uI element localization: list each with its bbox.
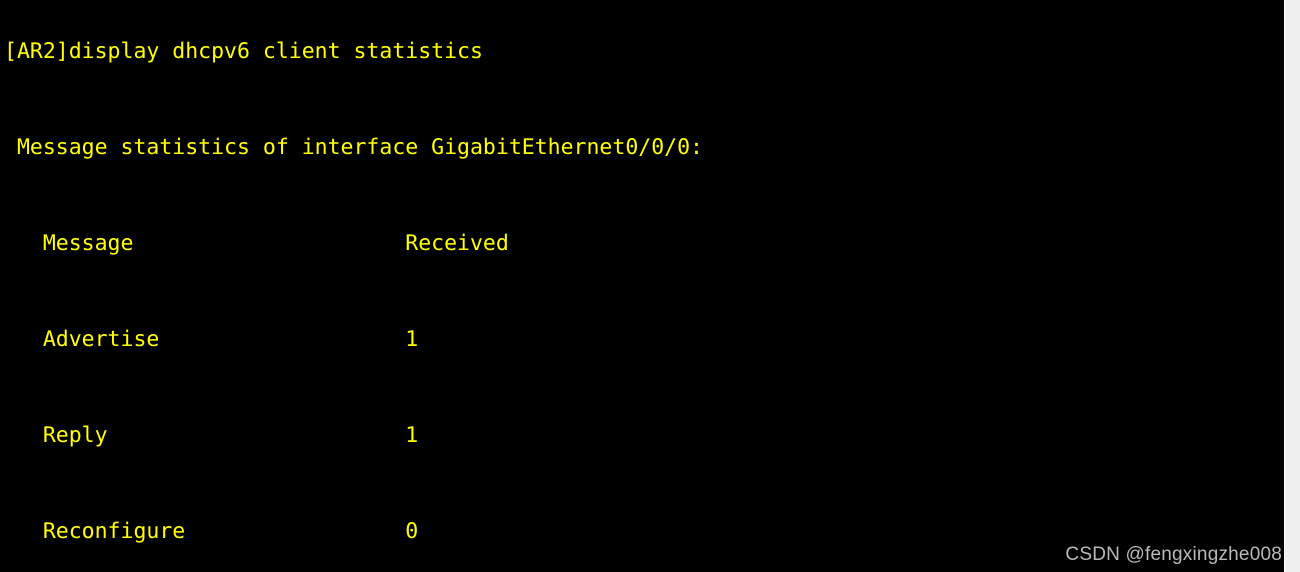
- vertical-scrollbar[interactable]: [1284, 0, 1300, 572]
- console-text: [AR2]display dhcpv6 client statistics Me…: [4, 4, 703, 572]
- console-output-area[interactable]: [AR2]display dhcpv6 client statistics Me…: [0, 0, 1284, 572]
- watermark-label: CSDN @fengxingzhe008: [1065, 544, 1282, 565]
- terminal-window: [AR2]display dhcpv6 client statistics Me…: [0, 0, 1300, 572]
- table-row: Advertise 1: [4, 327, 419, 352]
- command-line: [AR2]display dhcpv6 client statistics: [4, 39, 483, 64]
- table-row: Reply 1: [4, 423, 419, 448]
- interface-header-line: Message statistics of interface GigabitE…: [4, 135, 703, 160]
- received-table-header: Message Received: [4, 231, 509, 256]
- table-row: Reconfigure 0: [4, 519, 419, 544]
